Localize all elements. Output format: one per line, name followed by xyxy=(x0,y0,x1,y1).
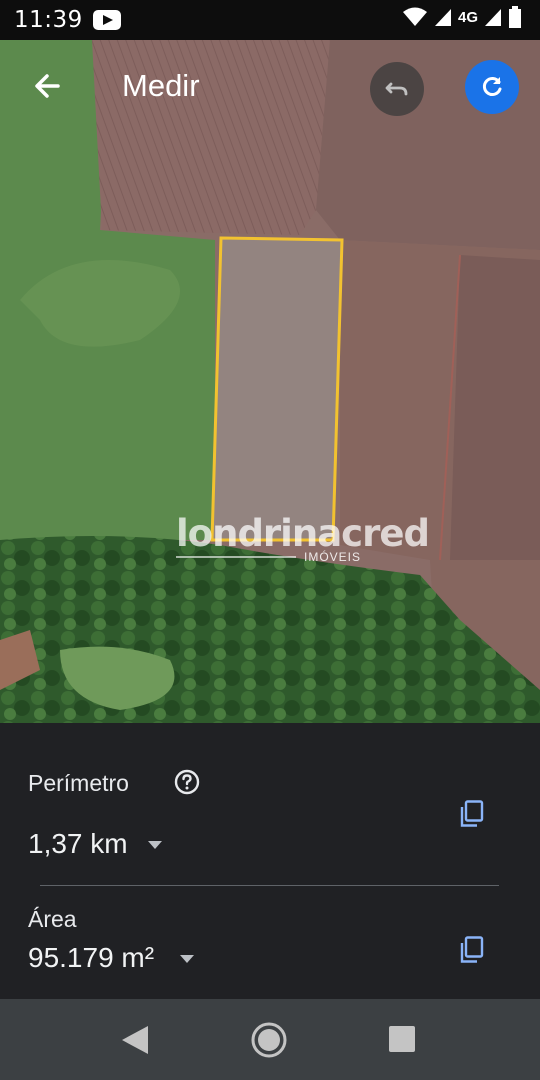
watermark-brand: londrinacred xyxy=(176,512,430,555)
back-arrow-icon[interactable] xyxy=(26,64,70,108)
copy-area-icon[interactable] xyxy=(459,936,485,964)
help-circle-icon[interactable] xyxy=(174,769,200,795)
nav-recents-icon[interactable] xyxy=(389,1026,415,1052)
watermark-line xyxy=(176,556,296,558)
page-title: Medir xyxy=(122,68,200,103)
refresh-icon xyxy=(482,77,502,96)
satellite-map[interactable] xyxy=(0,40,540,723)
status-time: 11:39 xyxy=(14,7,83,33)
battery-icon xyxy=(509,6,521,28)
status-bar: 11:39 4G xyxy=(0,0,540,40)
perimeter-unit-dropdown-icon[interactable] xyxy=(148,841,162,849)
signal-icon xyxy=(434,9,451,26)
youtube-icon xyxy=(92,10,121,30)
undo-icon xyxy=(385,82,408,96)
network-label: 4G xyxy=(457,8,478,26)
watermark-logo: londrinacred IMÓVEIS xyxy=(176,512,430,564)
perimeter-value[interactable]: 1,37 km xyxy=(28,828,128,860)
area-label: Área xyxy=(28,906,77,932)
map-canvas xyxy=(0,40,540,723)
nav-back-icon[interactable] xyxy=(120,1024,150,1056)
copy-perimeter-icon[interactable] xyxy=(459,800,485,828)
watermark-tag: IMÓVEIS xyxy=(304,550,362,564)
undo-button[interactable] xyxy=(370,62,424,116)
perimeter-label: Perímetro xyxy=(28,770,129,796)
area-unit-dropdown-icon[interactable] xyxy=(180,955,194,963)
refresh-button[interactable] xyxy=(465,60,519,114)
signal-icon-2 xyxy=(485,9,501,26)
wifi-icon xyxy=(402,7,427,26)
nav-home-icon[interactable] xyxy=(250,1021,288,1059)
area-value[interactable]: 95.179 m² xyxy=(28,942,154,974)
divider xyxy=(40,885,499,886)
status-icons: 4G xyxy=(402,6,522,28)
